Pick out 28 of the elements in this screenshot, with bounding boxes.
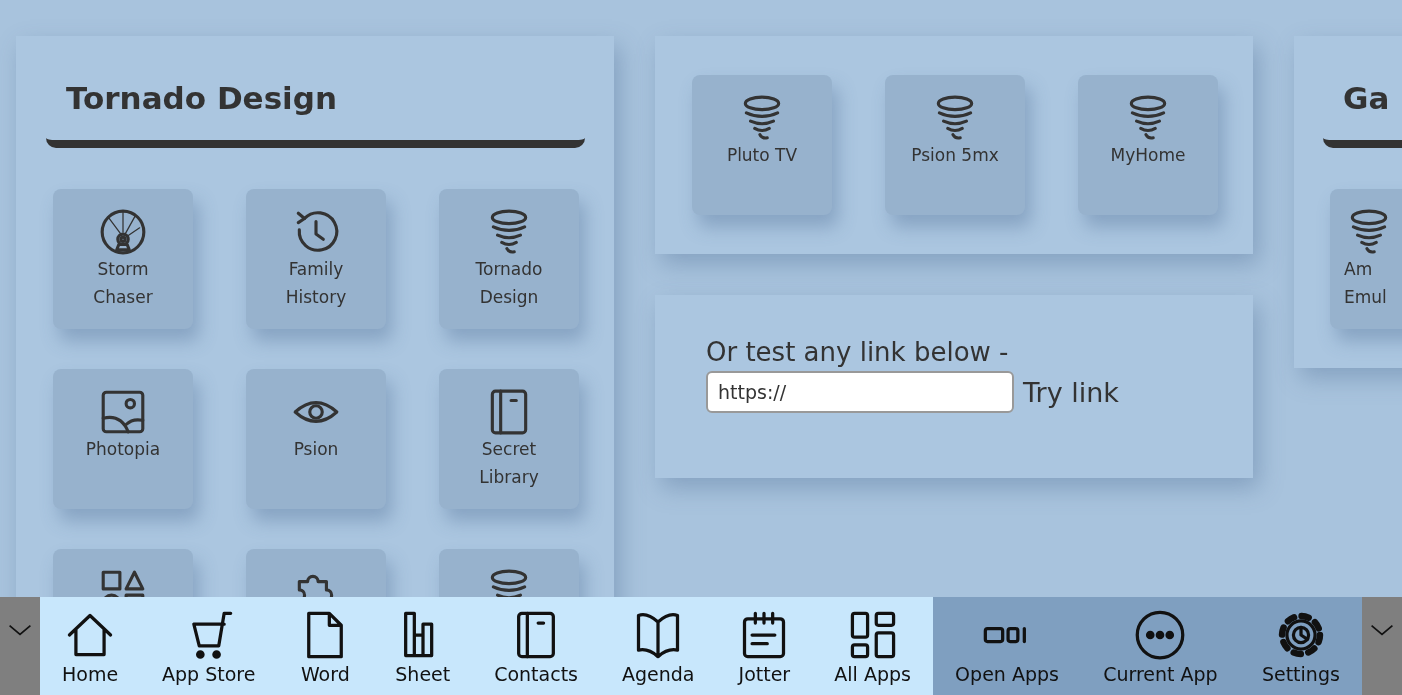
taskbar-item[interactable]: All Apps [834,597,911,695]
app-tile[interactable]: Am Emul [1330,189,1402,329]
taskbar-item[interactable]: Jotter [738,597,791,695]
app-tile[interactable]: Psion [246,369,386,509]
panel-title: Tornado Design [66,80,337,116]
try-link-button[interactable]: Try link [1023,376,1119,408]
taskbar-item[interactable]: Word [299,597,352,695]
more-icon [1134,609,1187,661]
taskbar-item[interactable]: Open Apps [955,597,1059,695]
url-field[interactable]: https:// [706,371,1014,413]
app-tile[interactable]: Secret Library [439,369,579,509]
taskbar-item[interactable]: Sheet [395,597,451,695]
panel-title: Ga [1343,80,1390,116]
app-tile[interactable]: MyHome [1078,75,1218,215]
taskbar-item[interactable]: Agenda [621,597,695,695]
app-tile[interactable]: Photopia [53,369,193,509]
app-tile[interactable]: Psion 5mx [885,75,1025,215]
app-tile[interactable]: Storm Chaser [53,189,193,329]
taskbar-item[interactable]: Home [61,597,119,695]
taskbar-item[interactable]: App Store [162,597,256,695]
app-tile[interactable]: Tornado Design [439,189,579,329]
taskbar-item[interactable]: Contacts [494,597,578,695]
wheel-icon [98,207,148,257]
taskbar-item[interactable]: Current App [1103,597,1218,695]
taskbar-item[interactable]: Settings [1261,597,1340,695]
app-tile[interactable]: Family History [246,189,386,329]
app-tile[interactable]: Pluto TV [692,75,832,215]
link-prompt: Or test any link below - [706,337,1010,367]
